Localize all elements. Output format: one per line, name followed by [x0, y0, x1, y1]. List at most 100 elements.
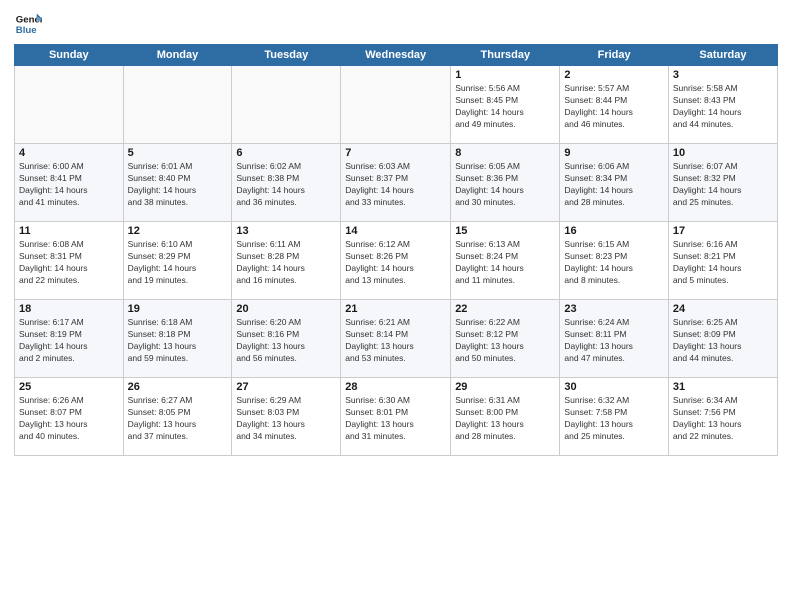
day-info: Sunrise: 6:07 AM Sunset: 8:32 PM Dayligh…	[673, 161, 773, 209]
day-number: 12	[128, 225, 228, 237]
day-number: 28	[345, 381, 446, 393]
day-info: Sunrise: 6:34 AM Sunset: 7:56 PM Dayligh…	[673, 395, 773, 443]
day-info: Sunrise: 6:25 AM Sunset: 8:09 PM Dayligh…	[673, 317, 773, 365]
logo: General Blue	[14, 10, 42, 38]
day-number: 7	[345, 147, 446, 159]
calendar-header-monday: Monday	[123, 45, 232, 66]
calendar-cell: 17 Sunrise: 6:16 AM Sunset: 8:21 PM Dayli…	[668, 222, 777, 300]
day-info: Sunrise: 6:24 AM Sunset: 8:11 PM Dayligh…	[564, 317, 663, 365]
day-number: 19	[128, 303, 228, 315]
day-number: 14	[345, 225, 446, 237]
page: General Blue SundayMondayTuesdayWednesda…	[0, 0, 792, 612]
day-info: Sunrise: 6:13 AM Sunset: 8:24 PM Dayligh…	[455, 239, 555, 287]
calendar-week-row: 18Sunrise: 6:17 AM Sunset: 8:19 PM Dayli…	[15, 300, 778, 378]
calendar-cell: 4Sunrise: 6:00 AM Sunset: 8:41 PM Daylig…	[15, 144, 124, 222]
day-number: 11	[19, 225, 119, 237]
calendar-cell: 23 Sunrise: 6:24 AM Sunset: 8:11 PM Dayli…	[560, 300, 668, 378]
day-info: Sunrise: 6:26 AM Sunset: 8:07 PM Dayligh…	[19, 395, 119, 443]
calendar-cell: 15Sunrise: 6:13 AM Sunset: 8:24 PM Dayli…	[451, 222, 560, 300]
calendar-cell: 6 Sunrise: 6:02 AM Sunset: 8:38 PM Daylig…	[232, 144, 341, 222]
svg-text:Blue: Blue	[16, 25, 37, 36]
calendar-cell	[123, 66, 232, 144]
calendar-header-tuesday: Tuesday	[232, 45, 341, 66]
day-info: Sunrise: 6:30 AM Sunset: 8:01 PM Dayligh…	[345, 395, 446, 443]
day-info: Sunrise: 6:29 AM Sunset: 8:03 PM Dayligh…	[236, 395, 336, 443]
calendar-cell: 20 Sunrise: 6:20 AM Sunset: 8:16 PM Dayli…	[232, 300, 341, 378]
calendar-header-thursday: Thursday	[451, 45, 560, 66]
day-info: Sunrise: 6:11 AM Sunset: 8:28 PM Dayligh…	[236, 239, 336, 287]
calendar-cell: 18Sunrise: 6:17 AM Sunset: 8:19 PM Dayli…	[15, 300, 124, 378]
day-number: 26	[128, 381, 228, 393]
day-number: 16	[564, 225, 663, 237]
calendar-cell: 25 Sunrise: 6:26 AM Sunset: 8:07 PM Dayli…	[15, 378, 124, 456]
calendar-cell: 19Sunrise: 6:18 AM Sunset: 8:18 PM Dayli…	[123, 300, 232, 378]
calendar-header-row: SundayMondayTuesdayWednesdayThursdayFrid…	[15, 45, 778, 66]
calendar-cell: 3 Sunrise: 5:58 AM Sunset: 8:43 PM Daylig…	[668, 66, 777, 144]
day-info: Sunrise: 6:20 AM Sunset: 8:16 PM Dayligh…	[236, 317, 336, 365]
calendar-week-row: 25 Sunrise: 6:26 AM Sunset: 8:07 PM Dayli…	[15, 378, 778, 456]
calendar-cell: 16Sunrise: 6:15 AM Sunset: 8:23 PM Dayli…	[560, 222, 668, 300]
day-info: Sunrise: 6:22 AM Sunset: 8:12 PM Dayligh…	[455, 317, 555, 365]
calendar-cell: 1 Sunrise: 5:56 AM Sunset: 8:45 PM Daylig…	[451, 66, 560, 144]
day-number: 1	[455, 69, 555, 81]
calendar-cell: 14 Sunrise: 6:12 AM Sunset: 8:26 PM Dayli…	[341, 222, 451, 300]
header: General Blue	[14, 10, 778, 38]
day-info: Sunrise: 6:32 AM Sunset: 7:58 PM Dayligh…	[564, 395, 663, 443]
logo-icon: General Blue	[14, 10, 42, 38]
calendar-cell: 13Sunrise: 6:11 AM Sunset: 8:28 PM Dayli…	[232, 222, 341, 300]
day-number: 22	[455, 303, 555, 315]
calendar-header-saturday: Saturday	[668, 45, 777, 66]
calendar-cell: 12 Sunrise: 6:10 AM Sunset: 8:29 PM Dayli…	[123, 222, 232, 300]
day-number: 8	[455, 147, 555, 159]
calendar-cell: 21Sunrise: 6:21 AM Sunset: 8:14 PM Dayli…	[341, 300, 451, 378]
calendar-cell: 9 Sunrise: 6:06 AM Sunset: 8:34 PM Daylig…	[560, 144, 668, 222]
calendar-cell: 27 Sunrise: 6:29 AM Sunset: 8:03 PM Dayli…	[232, 378, 341, 456]
day-number: 24	[673, 303, 773, 315]
day-info: Sunrise: 6:27 AM Sunset: 8:05 PM Dayligh…	[128, 395, 228, 443]
day-info: Sunrise: 6:05 AM Sunset: 8:36 PM Dayligh…	[455, 161, 555, 209]
calendar-cell: 7 Sunrise: 6:03 AM Sunset: 8:37 PM Daylig…	[341, 144, 451, 222]
day-number: 20	[236, 303, 336, 315]
calendar-table: SundayMondayTuesdayWednesdayThursdayFrid…	[14, 44, 778, 456]
calendar-cell: 24 Sunrise: 6:25 AM Sunset: 8:09 PM Dayli…	[668, 300, 777, 378]
day-info: Sunrise: 6:01 AM Sunset: 8:40 PM Dayligh…	[128, 161, 228, 209]
day-number: 9	[564, 147, 663, 159]
day-number: 2	[564, 69, 663, 81]
day-info: Sunrise: 5:56 AM Sunset: 8:45 PM Dayligh…	[455, 83, 555, 131]
day-info: Sunrise: 6:16 AM Sunset: 8:21 PM Dayligh…	[673, 239, 773, 287]
day-number: 31	[673, 381, 773, 393]
calendar-header-wednesday: Wednesday	[341, 45, 451, 66]
day-info: Sunrise: 6:10 AM Sunset: 8:29 PM Dayligh…	[128, 239, 228, 287]
calendar-cell: 30Sunrise: 6:32 AM Sunset: 7:58 PM Dayli…	[560, 378, 668, 456]
day-number: 23	[564, 303, 663, 315]
calendar-cell: 28 Sunrise: 6:30 AM Sunset: 8:01 PM Dayli…	[341, 378, 451, 456]
calendar-cell: 29Sunrise: 6:31 AM Sunset: 8:00 PM Dayli…	[451, 378, 560, 456]
day-number: 27	[236, 381, 336, 393]
day-info: Sunrise: 5:58 AM Sunset: 8:43 PM Dayligh…	[673, 83, 773, 131]
day-number: 3	[673, 69, 773, 81]
day-number: 17	[673, 225, 773, 237]
calendar-cell: 11 Sunrise: 6:08 AM Sunset: 8:31 PM Dayli…	[15, 222, 124, 300]
day-number: 25	[19, 381, 119, 393]
day-info: Sunrise: 6:08 AM Sunset: 8:31 PM Dayligh…	[19, 239, 119, 287]
calendar-cell: 8 Sunrise: 6:05 AM Sunset: 8:36 PM Daylig…	[451, 144, 560, 222]
day-number: 5	[128, 147, 228, 159]
day-info: Sunrise: 6:00 AM Sunset: 8:41 PM Dayligh…	[19, 161, 119, 209]
calendar-cell: 2Sunrise: 5:57 AM Sunset: 8:44 PM Daylig…	[560, 66, 668, 144]
day-info: Sunrise: 6:02 AM Sunset: 8:38 PM Dayligh…	[236, 161, 336, 209]
day-number: 29	[455, 381, 555, 393]
day-info: Sunrise: 6:12 AM Sunset: 8:26 PM Dayligh…	[345, 239, 446, 287]
day-number: 18	[19, 303, 119, 315]
calendar-cell	[232, 66, 341, 144]
day-info: Sunrise: 6:06 AM Sunset: 8:34 PM Dayligh…	[564, 161, 663, 209]
calendar-week-row: 1 Sunrise: 5:56 AM Sunset: 8:45 PM Daylig…	[15, 66, 778, 144]
calendar-cell: 22 Sunrise: 6:22 AM Sunset: 8:12 PM Dayli…	[451, 300, 560, 378]
day-number: 6	[236, 147, 336, 159]
calendar-week-row: 4Sunrise: 6:00 AM Sunset: 8:41 PM Daylig…	[15, 144, 778, 222]
calendar-cell: 5 Sunrise: 6:01 AM Sunset: 8:40 PM Daylig…	[123, 144, 232, 222]
calendar-cell: 26 Sunrise: 6:27 AM Sunset: 8:05 PM Dayli…	[123, 378, 232, 456]
day-info: Sunrise: 6:21 AM Sunset: 8:14 PM Dayligh…	[345, 317, 446, 365]
calendar-cell	[15, 66, 124, 144]
calendar-cell: 10Sunrise: 6:07 AM Sunset: 8:32 PM Dayli…	[668, 144, 777, 222]
day-info: Sunrise: 6:03 AM Sunset: 8:37 PM Dayligh…	[345, 161, 446, 209]
